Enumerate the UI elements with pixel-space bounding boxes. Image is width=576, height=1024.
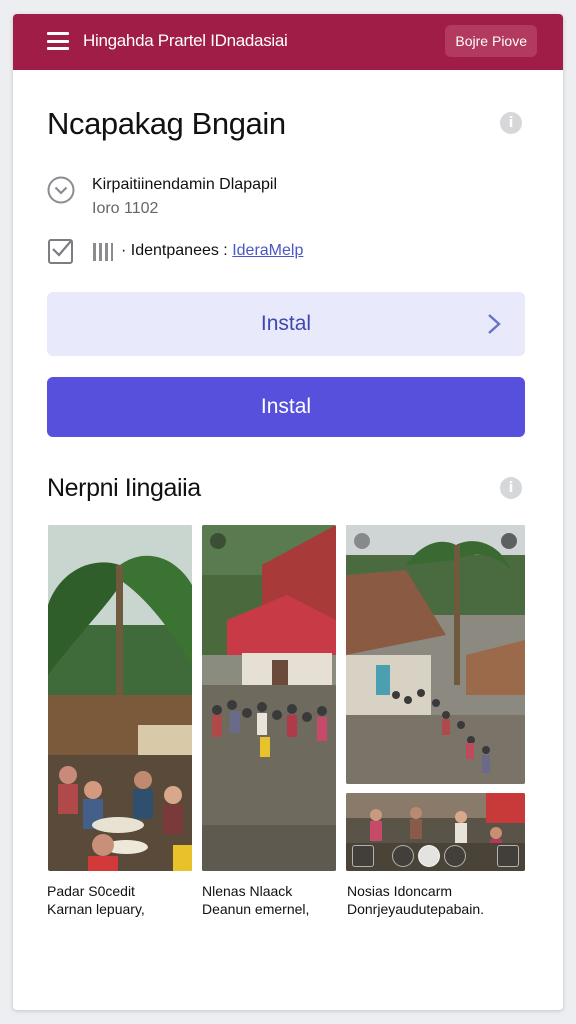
install-secondary-label: Instal [260,312,312,335]
gallery-photo-1[interactable] [48,525,192,871]
caption-3-line2: Donrjeyaudutepabain. [347,901,484,917]
caption-2-line2: Deanun emernel, [202,901,310,917]
tag-link[interactable]: IderaMelp [232,242,303,259]
gallery-photo-2[interactable] [202,525,336,871]
gallery-title: Nerpni Iingaiia [47,474,201,502]
adjust-icon[interactable] [392,845,414,867]
crop-icon[interactable] [352,845,374,867]
info-icon[interactable]: i [500,112,522,134]
tag-prefix: Identpanees [130,242,219,259]
top-app-bar: Hingahda Prartel IDnadasiai Bojre Piove [13,14,563,70]
tag-row: · Identpanees : IderaMelp [121,242,304,259]
filter-icon[interactable] [444,845,466,867]
details-title: Ncapakag Bngain [47,106,286,141]
hamburger-icon[interactable] [47,32,69,50]
photo-village-courtyard [346,525,525,784]
caption-2: Nlenas Nlaack Deanun emernel, [202,882,309,918]
barcode-icon [93,243,113,261]
caption-3: Nosias Idoncarm Donrjeyaudutepabain. [347,882,484,918]
chevron-circle-icon [47,176,75,204]
grid-icon[interactable] [497,845,519,867]
checkbox-icon[interactable] [47,237,75,265]
app-window: Hingahda Prartel IDnadasiai Bojre Piove … [13,14,563,1010]
caption-1: Padar S0cedit Karnan lepuary, [47,882,145,918]
caption-1-line2: Karnan lepuary, [47,901,145,917]
install-primary-button[interactable]: Instal [47,377,525,437]
app-title: Hingahda Prartel IDnadasiai [83,31,288,50]
photo-3-menu-icon[interactable] [354,533,370,549]
top-action-button[interactable]: Bojre Piove [445,25,537,57]
detail-primary-text: Kirpaitiinendamin Dlapapil [92,176,277,193]
photo-village-gathering [202,525,336,871]
photo-3-action-icon[interactable] [501,533,517,549]
photo-2-menu-icon[interactable] [210,533,226,549]
photo-village-feast [48,525,192,871]
gallery-photo-4[interactable] [346,793,525,871]
chevron-right-icon [488,314,501,334]
caption-3-line1: Nosias Idoncarm [347,883,453,899]
detail-secondary-text: Ioro 1102 [92,200,159,217]
capture-icon[interactable] [418,845,440,867]
install-secondary-button[interactable]: Instal [47,292,525,356]
caption-1-line1: Padar S0cedit [47,883,135,899]
caption-2-line1: Nlenas Nlaack [202,883,293,899]
gallery-photo-3[interactable] [346,525,525,784]
install-primary-label: Instal [260,395,312,418]
photo-controls [346,845,525,867]
gallery-info-icon[interactable]: i [500,477,522,499]
